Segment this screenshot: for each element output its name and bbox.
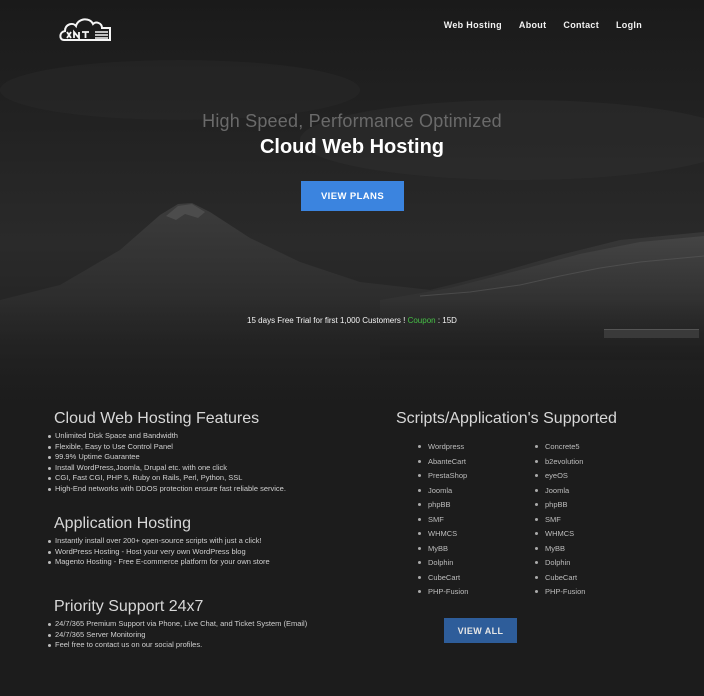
section-title: Priority Support 24x7 [54,598,204,615]
script-item: CubeCart [418,573,468,588]
support-section: Priority Support 24x7 24/7/365 Premium S… [48,598,307,651]
script-item: WHMCS [418,529,468,544]
application-hosting-section: Application Hosting Instantly install ov… [48,515,270,568]
coupon-label: Coupon [407,316,436,325]
hero-subtitle: High Speed, Performance Optimized [202,111,502,131]
main-nav: Web Hosting About Contact LogIn [444,20,642,30]
script-item: MyBB [418,544,468,559]
view-all-button[interactable]: VIEW ALL [444,618,517,643]
promo-text: 15 days Free Trial for first 1,000 Custo… [247,316,408,325]
script-item: b2evolution [535,457,585,472]
script-item: SMF [535,515,585,530]
list-item: Magento Hosting - Free E-commerce platfo… [48,557,270,568]
list-item: Unlimited Disk Space and Bandwidth [48,431,286,442]
features-section: Cloud Web Hosting Features Unlimited Dis… [48,410,286,494]
script-item: CubeCart [535,573,585,588]
script-item: SMF [418,515,468,530]
side-chat-tab[interactable] [604,329,699,338]
feature-list: Instantly install over 200+ open-source … [48,536,270,568]
list-item: Feel free to contact us on our social pr… [48,640,307,651]
list-item: Flexible, Easy to Use Control Panel [48,442,286,453]
coupon-code: : 15D [435,316,457,325]
section-title: Cloud Web Hosting Features [54,410,260,427]
nav-web-hosting[interactable]: Web Hosting [444,20,502,30]
script-item: phpBB [418,500,468,515]
script-item: Wordpress [418,442,468,457]
hero-title: Cloud Web Hosting [259,136,445,158]
script-item: MyBB [535,544,585,559]
script-item: Concrete5 [535,442,585,457]
promo-banner: 15 days Free Trial for first 1,000 Custo… [0,316,704,325]
nav-contact[interactable]: Contact [563,20,599,30]
list-item: CGI, Fast CGI, PHP 5, Ruby on Rails, Per… [48,473,286,484]
brand-logo[interactable] [58,14,112,46]
nav-about[interactable]: About [519,20,547,30]
list-item: 99.9% Uptime Guarantee [48,452,286,463]
view-plans-button[interactable]: VIEW PLANS [301,181,404,211]
section-title: Application Hosting [54,515,191,532]
scripts-title: Scripts/Application's Supported [396,410,617,427]
script-item: PHP-Fusion [535,587,585,602]
list-item: Install WordPress,Joomla, Drupal etc. wi… [48,463,286,474]
list-item: 24/7/365 Premium Support via Phone, Live… [48,619,307,630]
script-item: Dolphin [535,558,585,573]
scripts-list-a: Wordpress AbanteCart PrestaShop Joomla p… [418,442,468,602]
script-item: Joomla [418,486,468,501]
feature-list: Unlimited Disk Space and Bandwidth Flexi… [48,431,286,494]
script-item: phpBB [535,500,585,515]
nav-login[interactable]: LogIn [616,20,642,30]
hero-background-image [0,0,704,696]
list-item: Instantly install over 200+ open-source … [48,536,270,547]
script-item: AbanteCart [418,457,468,472]
list-item: High-End networks with DDOS protection e… [48,484,286,495]
script-item: PrestaShop [418,471,468,486]
list-item: WordPress Hosting - Host your very own W… [48,547,270,558]
list-item: 24/7/365 Server Monitoring [48,630,307,641]
script-item: PHP-Fusion [418,587,468,602]
script-item: WHMCS [535,529,585,544]
script-item: eyeOS [535,471,585,486]
feature-list: 24/7/365 Premium Support via Phone, Live… [48,619,307,651]
script-item: Dolphin [418,558,468,573]
script-item: Joomla [535,486,585,501]
scripts-list-b: Concrete5 b2evolution eyeOS Joomla phpBB… [535,442,585,602]
